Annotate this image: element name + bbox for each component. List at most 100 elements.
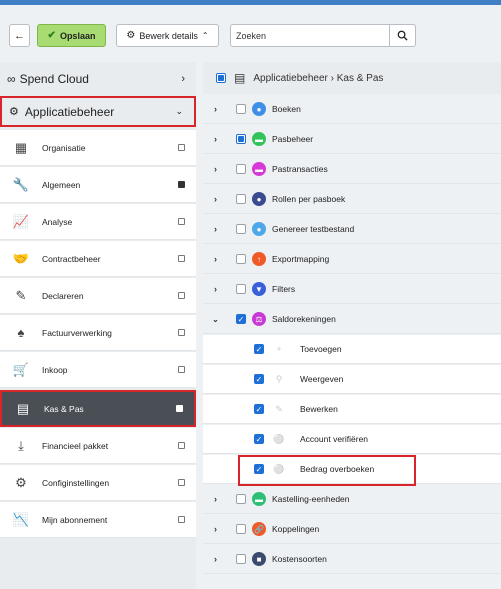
list-item-label: Kastelling-eenheden [272, 494, 350, 504]
list-item-label: Bewerken [300, 404, 338, 414]
list-item-label: Weergeven [300, 374, 344, 384]
kastelling-checkbox[interactable] [236, 494, 246, 504]
wrench-icon: 🔧 [12, 176, 30, 192]
chevron-right-icon[interactable]: › [203, 104, 228, 114]
chevron-right-icon[interactable]: › [203, 494, 228, 504]
list-item-saldorekeningen[interactable]: ⌄ ✓ ⚖ Saldorekeningen [203, 305, 501, 334]
exportmapping-checkbox[interactable] [236, 254, 246, 264]
list-item-bewerken[interactable]: ✓ ✎ Bewerken [203, 395, 501, 424]
sidebar-item-financieel-pakket[interactable]: ⤓ Financieel pakket [0, 428, 196, 464]
financieel-pakket-checkbox[interactable] [178, 442, 185, 449]
boeken-checkbox[interactable] [236, 104, 246, 114]
saldorekeningen-checkbox[interactable]: ✓ [236, 314, 246, 324]
arrow-left-icon: ← [14, 29, 25, 42]
list-item-kostensoorten[interactable]: › ■ Kostensoorten [203, 545, 501, 574]
list-item-label: Account verifiëren [300, 434, 369, 444]
chevron-right-icon[interactable]: › [203, 164, 228, 174]
kas-pas-checkbox[interactable] [176, 405, 183, 412]
list-item-rollen-per-pasboek[interactable]: › ● Rollen per pasboek [203, 185, 501, 214]
sidebar-item-inkoop[interactable]: 🛒 Inkoop [0, 352, 196, 388]
sidebar-item-label: Organisatie [42, 142, 86, 153]
list-item-toevoegen[interactable]: ✓ + Toevoegen [203, 335, 501, 364]
account-verifieren-checkbox[interactable]: ✓ [254, 434, 264, 444]
kostensoorten-checkbox[interactable] [236, 554, 246, 564]
edit-details-button[interactable]: ⚙ Bewerk details ⌃ [116, 24, 219, 47]
mijn-abonnement-checkbox[interactable] [178, 516, 185, 523]
chevron-right-icon[interactable]: › [203, 524, 228, 534]
list-item-genereer-testbestand[interactable]: › ● Genereer testbestand [203, 215, 501, 244]
list-item-filters[interactable]: › ▼ Filters [203, 275, 501, 304]
chevron-right-icon[interactable]: › [203, 134, 228, 144]
list-item-label: Rollen per pasboek [272, 194, 346, 204]
declareren-checkbox[interactable] [178, 292, 185, 299]
cash-register-icon: ▤ [234, 71, 246, 85]
bewerken-checkbox[interactable]: ✓ [254, 404, 264, 414]
chevron-right-icon[interactable]: › [203, 254, 228, 264]
sidebar-item-algemeen[interactable]: 🔧 Algemeen [0, 167, 196, 203]
sidebar-item-mijn-abonnement[interactable]: 📉 Mijn abonnement [0, 502, 196, 538]
search-icon [397, 30, 408, 41]
list-item-label: Kostensoorten [272, 554, 327, 564]
filters-checkbox[interactable] [236, 284, 246, 294]
search-input[interactable] [230, 24, 390, 47]
chevron-right-icon[interactable]: › [203, 284, 228, 294]
list-item-koppelingen[interactable]: › 🔗 Koppelingen [203, 515, 501, 544]
permissions-panel: ▤ Applicatiebeheer › Kas & Pas › ● Boeke… [203, 62, 501, 589]
scale-icon: ⚖ [252, 312, 266, 326]
chart-icon: 📈 [12, 213, 30, 229]
sidebar-item-factuurverwerking[interactable]: ♠ Factuurverwerking [0, 315, 196, 351]
file-icon: ● [252, 222, 266, 236]
back-button[interactable]: ← [9, 24, 30, 47]
download-icon: ⤓ [18, 437, 24, 453]
gear-icon: ⚙ [126, 30, 136, 41]
configinstellingen-checkbox[interactable] [178, 479, 185, 486]
user-icon: ● [252, 192, 266, 206]
spend-cloud-label: Spend Cloud [19, 72, 89, 86]
chevron-right-icon[interactable]: › [203, 224, 228, 234]
contractbeheer-checkbox[interactable] [178, 255, 185, 262]
chevron-down-icon[interactable]: ⌄ [203, 315, 228, 324]
sidebar-item-kas-pas[interactable]: ▤ Kas & Pas [0, 390, 196, 427]
sidebar-item-label: Configinstellingen [42, 477, 110, 488]
save-label: Opslaan [59, 30, 96, 41]
infinity-icon: ∞ [7, 72, 16, 86]
sidebar-item-organisatie[interactable]: ▦ Organisatie [0, 130, 196, 166]
chevron-right-icon[interactable]: › [203, 554, 228, 564]
chevron-right-icon[interactable]: › [203, 194, 228, 204]
weergeven-checkbox[interactable]: ✓ [254, 374, 264, 384]
plus-icon: + [276, 344, 282, 354]
factuurverwerking-checkbox[interactable] [178, 329, 185, 336]
organisatie-checkbox[interactable] [178, 144, 185, 151]
sidebar-item-spend-cloud[interactable]: ∞ Spend Cloud › [0, 64, 196, 94]
folder-icon: ■ [252, 552, 266, 566]
list-item-exportmapping[interactable]: › ↑ Exportmapping [203, 245, 501, 274]
list-item-boeken[interactable]: › ● Boeken [203, 95, 501, 124]
genereer-checkbox[interactable] [236, 224, 246, 234]
sidebar-item-declareren[interactable]: ✎ Declareren [0, 278, 196, 314]
algemeen-checkbox[interactable] [178, 181, 185, 188]
sidebar-item-configinstellingen[interactable]: ⚙ Configinstellingen [0, 465, 196, 501]
list-item-pastransacties[interactable]: › ▬ Pastransacties [203, 155, 501, 184]
pasbeheer-checkbox[interactable] [236, 134, 246, 144]
analyse-checkbox[interactable] [178, 218, 185, 225]
search-button[interactable] [389, 24, 416, 47]
list-item-pasbeheer[interactable]: › ▬ Pasbeheer [203, 125, 501, 154]
save-button[interactable]: ✔ Opslaan [37, 24, 106, 47]
sidebar-item-applicatiebeheer[interactable]: ⚙ Applicatiebeheer ⌄ [0, 96, 196, 127]
pastransacties-checkbox[interactable] [236, 164, 246, 174]
koppelingen-checkbox[interactable] [236, 524, 246, 534]
chevron-right-icon: › [181, 73, 185, 85]
list-item-kastelling-eenheden[interactable]: › ▬ Kastelling-eenheden [203, 485, 501, 514]
sidebar-item-label: Inkoop [42, 364, 68, 375]
edit-details-label: Bewerk details [139, 30, 198, 41]
select-all-checkbox[interactable] [216, 73, 226, 83]
edit-icon: ✎ [15, 287, 27, 303]
sidebar-item-analyse[interactable]: 📈 Analyse [0, 204, 196, 240]
list-item-weergeven[interactable]: ✓ ⚲ Weergeven [203, 365, 501, 394]
sidebar-item-contractbeheer[interactable]: 🤝 Contractbeheer [0, 241, 196, 277]
search-icon: ⚲ [275, 373, 283, 384]
list-item-account-verifieren[interactable]: ✓ ⚪ Account verifiëren [203, 425, 501, 454]
inkoop-checkbox[interactable] [178, 366, 185, 373]
toevoegen-checkbox[interactable]: ✓ [254, 344, 264, 354]
rollen-checkbox[interactable] [236, 194, 246, 204]
